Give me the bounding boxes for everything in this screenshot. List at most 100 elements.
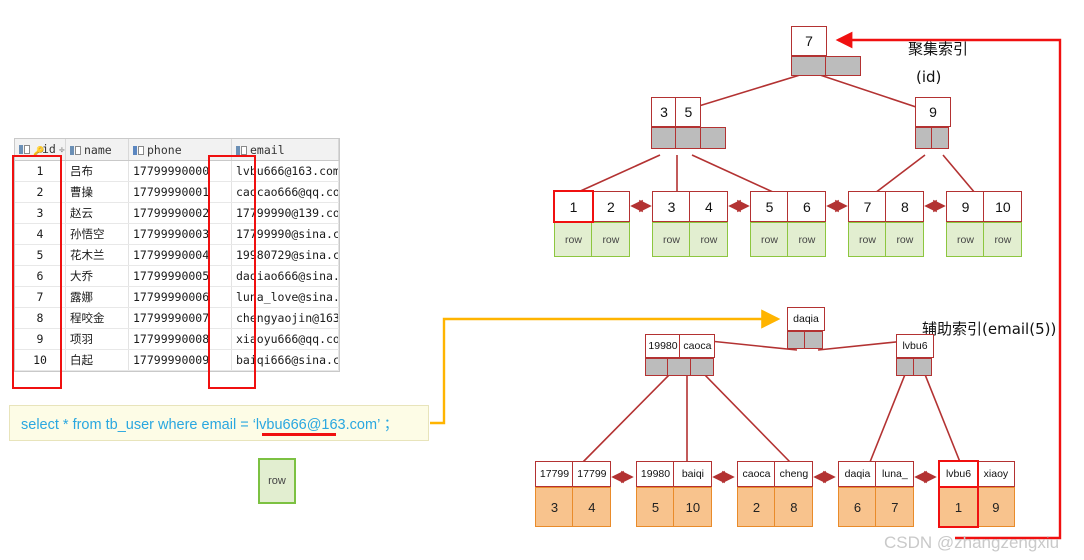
node-key-row: lvbu6xiaoy	[939, 461, 1014, 487]
leaf-data-cell: 2	[737, 487, 776, 527]
secondary-leaf-node-5: lvbu6xiaoy19	[939, 461, 1014, 527]
leaf-data-cell: 6	[838, 487, 877, 527]
leaf-data-cell: 5	[636, 487, 675, 527]
node-key-row: 78	[848, 191, 923, 222]
cell-name[interactable]: 露娜	[66, 287, 129, 308]
node-pointer-cell	[667, 358, 691, 376]
node-pointer-cell	[896, 358, 915, 376]
node-pointer-cell	[675, 127, 701, 149]
table-row[interactable]: 6大乔17799990005daqiao666@sina.com	[15, 266, 339, 287]
table-row[interactable]: 8程咬金17799990007chengyaojin@163.com	[15, 308, 339, 329]
table-body: 1吕布17799990000lvbu666@163.com2曹操17799990…	[15, 161, 339, 371]
clustered-leaf-node-3: 56rowrow	[750, 191, 825, 257]
cell-name[interactable]: 程咬金	[66, 308, 129, 329]
node-pointer-cell	[651, 127, 677, 149]
table-row[interactable]: 4孙悟空1779999000317799990@sina.com	[15, 224, 339, 245]
node-key-row: 35	[651, 97, 724, 127]
node-key-cell: 7	[791, 26, 827, 56]
node-key-row: 19980baiqi	[636, 461, 711, 487]
node-pointer-cell	[804, 331, 823, 349]
leaf-data-cell: 1	[939, 487, 978, 527]
leaf-data-cell: row	[750, 222, 789, 257]
cell-name[interactable]: 曹操	[66, 182, 129, 203]
clustered-index-subtitle: (id)	[916, 68, 941, 86]
node-key-cell: 7	[848, 191, 887, 222]
leaf-data-cell: 4	[572, 487, 611, 527]
leaf-data-cell: 8	[774, 487, 813, 527]
cell-name[interactable]: 赵云	[66, 203, 129, 224]
table-row[interactable]: 1吕布17799990000lvbu666@163.com	[15, 161, 339, 182]
clustered-index-title: 聚集索引	[908, 38, 968, 59]
cell-name[interactable]: 孙悟空	[66, 224, 129, 245]
node-key-cell: cheng	[774, 461, 813, 487]
node-key-cell: caoca	[737, 461, 776, 487]
secondary-leaf-node-3: caocacheng28	[737, 461, 812, 527]
node-key-row: 34	[652, 191, 727, 222]
node-pointer-row	[651, 127, 724, 149]
legend-row-label: row	[268, 475, 286, 487]
leaf-data-row: 34	[535, 487, 610, 527]
sql-query-box[interactable]: select * from tb_user where email = ‘lvb…	[9, 405, 429, 441]
cell-name[interactable]: 花木兰	[66, 245, 129, 266]
node-pointer-row	[896, 358, 932, 376]
leaf-data-cell: row	[885, 222, 924, 257]
table-row[interactable]: 5花木兰1779999000419980729@sina.com	[15, 245, 339, 266]
cell-name[interactable]: 项羽	[66, 329, 129, 350]
node-key-row: 9	[915, 97, 949, 127]
node-key-cell: daqia	[838, 461, 877, 487]
sql-literal-underline	[262, 433, 336, 436]
highlight-box-id-column	[12, 155, 62, 389]
leaf-data-row: 19	[939, 487, 1014, 527]
node-key-row: 1779917799	[535, 461, 610, 487]
column-header-name-label: name	[84, 143, 112, 157]
tb-user-table: 🔑id÷ name phone email 1吕布17799990000lvbu…	[15, 139, 339, 371]
node-key-cell: 3	[651, 97, 677, 127]
leaf-data-cell: 9	[976, 487, 1015, 527]
node-key-row: 19980caoca	[645, 334, 714, 358]
node-pointer-cell	[787, 331, 806, 349]
node-pointer-row	[791, 56, 860, 76]
node-pointer-row	[645, 358, 714, 376]
leaf-data-row: 510	[636, 487, 711, 527]
cell-name[interactable]: 大乔	[66, 266, 129, 287]
leaf-data-row: rowrow	[946, 222, 1021, 257]
cell-name[interactable]: 白起	[66, 350, 129, 371]
node-key-cell: 19980	[645, 334, 681, 358]
secondary-leaf-node-2: 19980baiqi510	[636, 461, 711, 527]
node-key-cell: 10	[983, 191, 1022, 222]
column-icon	[133, 146, 144, 155]
column-header-name[interactable]: name	[66, 139, 129, 161]
table-row[interactable]: 9项羽17799990008xiaoyu666@qq.com	[15, 329, 339, 350]
cell-name[interactable]: 吕布	[66, 161, 129, 182]
node-pointer-cell	[791, 56, 827, 76]
leaf-data-row: 28	[737, 487, 812, 527]
node-pointer-cell	[825, 56, 861, 76]
leaf-data-cell: 7	[875, 487, 914, 527]
node-key-cell: lvbu6	[939, 461, 978, 487]
column-header-phone-label: phone	[147, 143, 182, 157]
secondary-internal-node-1: 19980caoca	[645, 334, 714, 376]
node-key-cell: luna_	[875, 461, 914, 487]
table-row[interactable]: 3赵云1779999000217799990@139.com	[15, 203, 339, 224]
table-row[interactable]: 10白起17799990009baiqi666@sina.com	[15, 350, 339, 371]
node-pointer-cell	[913, 358, 932, 376]
node-pointer-cell	[690, 358, 714, 376]
node-pointer-cell	[700, 127, 726, 149]
leaf-data-row: rowrow	[848, 222, 923, 257]
node-key-row: caocacheng	[737, 461, 812, 487]
node-key-cell: 9	[946, 191, 985, 222]
sql-prefix: select * from tb_user where email = ‘	[21, 417, 256, 433]
leaf-data-cell: row	[591, 222, 630, 257]
secondary-leaf-node-1: 177991779934	[535, 461, 610, 527]
leaf-data-cell: row	[787, 222, 826, 257]
clustered-leaf-node-1: 12rowrow	[554, 191, 629, 257]
secondary-leaf-node-4: daqialuna_67	[838, 461, 913, 527]
table-row[interactable]: 7露娜17799990006luna_love@sina.com	[15, 287, 339, 308]
node-key-cell: caoca	[679, 334, 715, 358]
node-key-cell: 9	[915, 97, 951, 127]
node-key-row: lvbu6	[896, 334, 932, 358]
tb-user-result-grid[interactable]: 🔑id÷ name phone email 1吕布17799990000lvbu…	[14, 138, 340, 372]
leaf-data-cell: row	[983, 222, 1022, 257]
sql-statement: select * from tb_user where email = ‘lvb…	[21, 413, 398, 434]
table-row[interactable]: 2曹操17799990001caocao666@qq.com	[15, 182, 339, 203]
